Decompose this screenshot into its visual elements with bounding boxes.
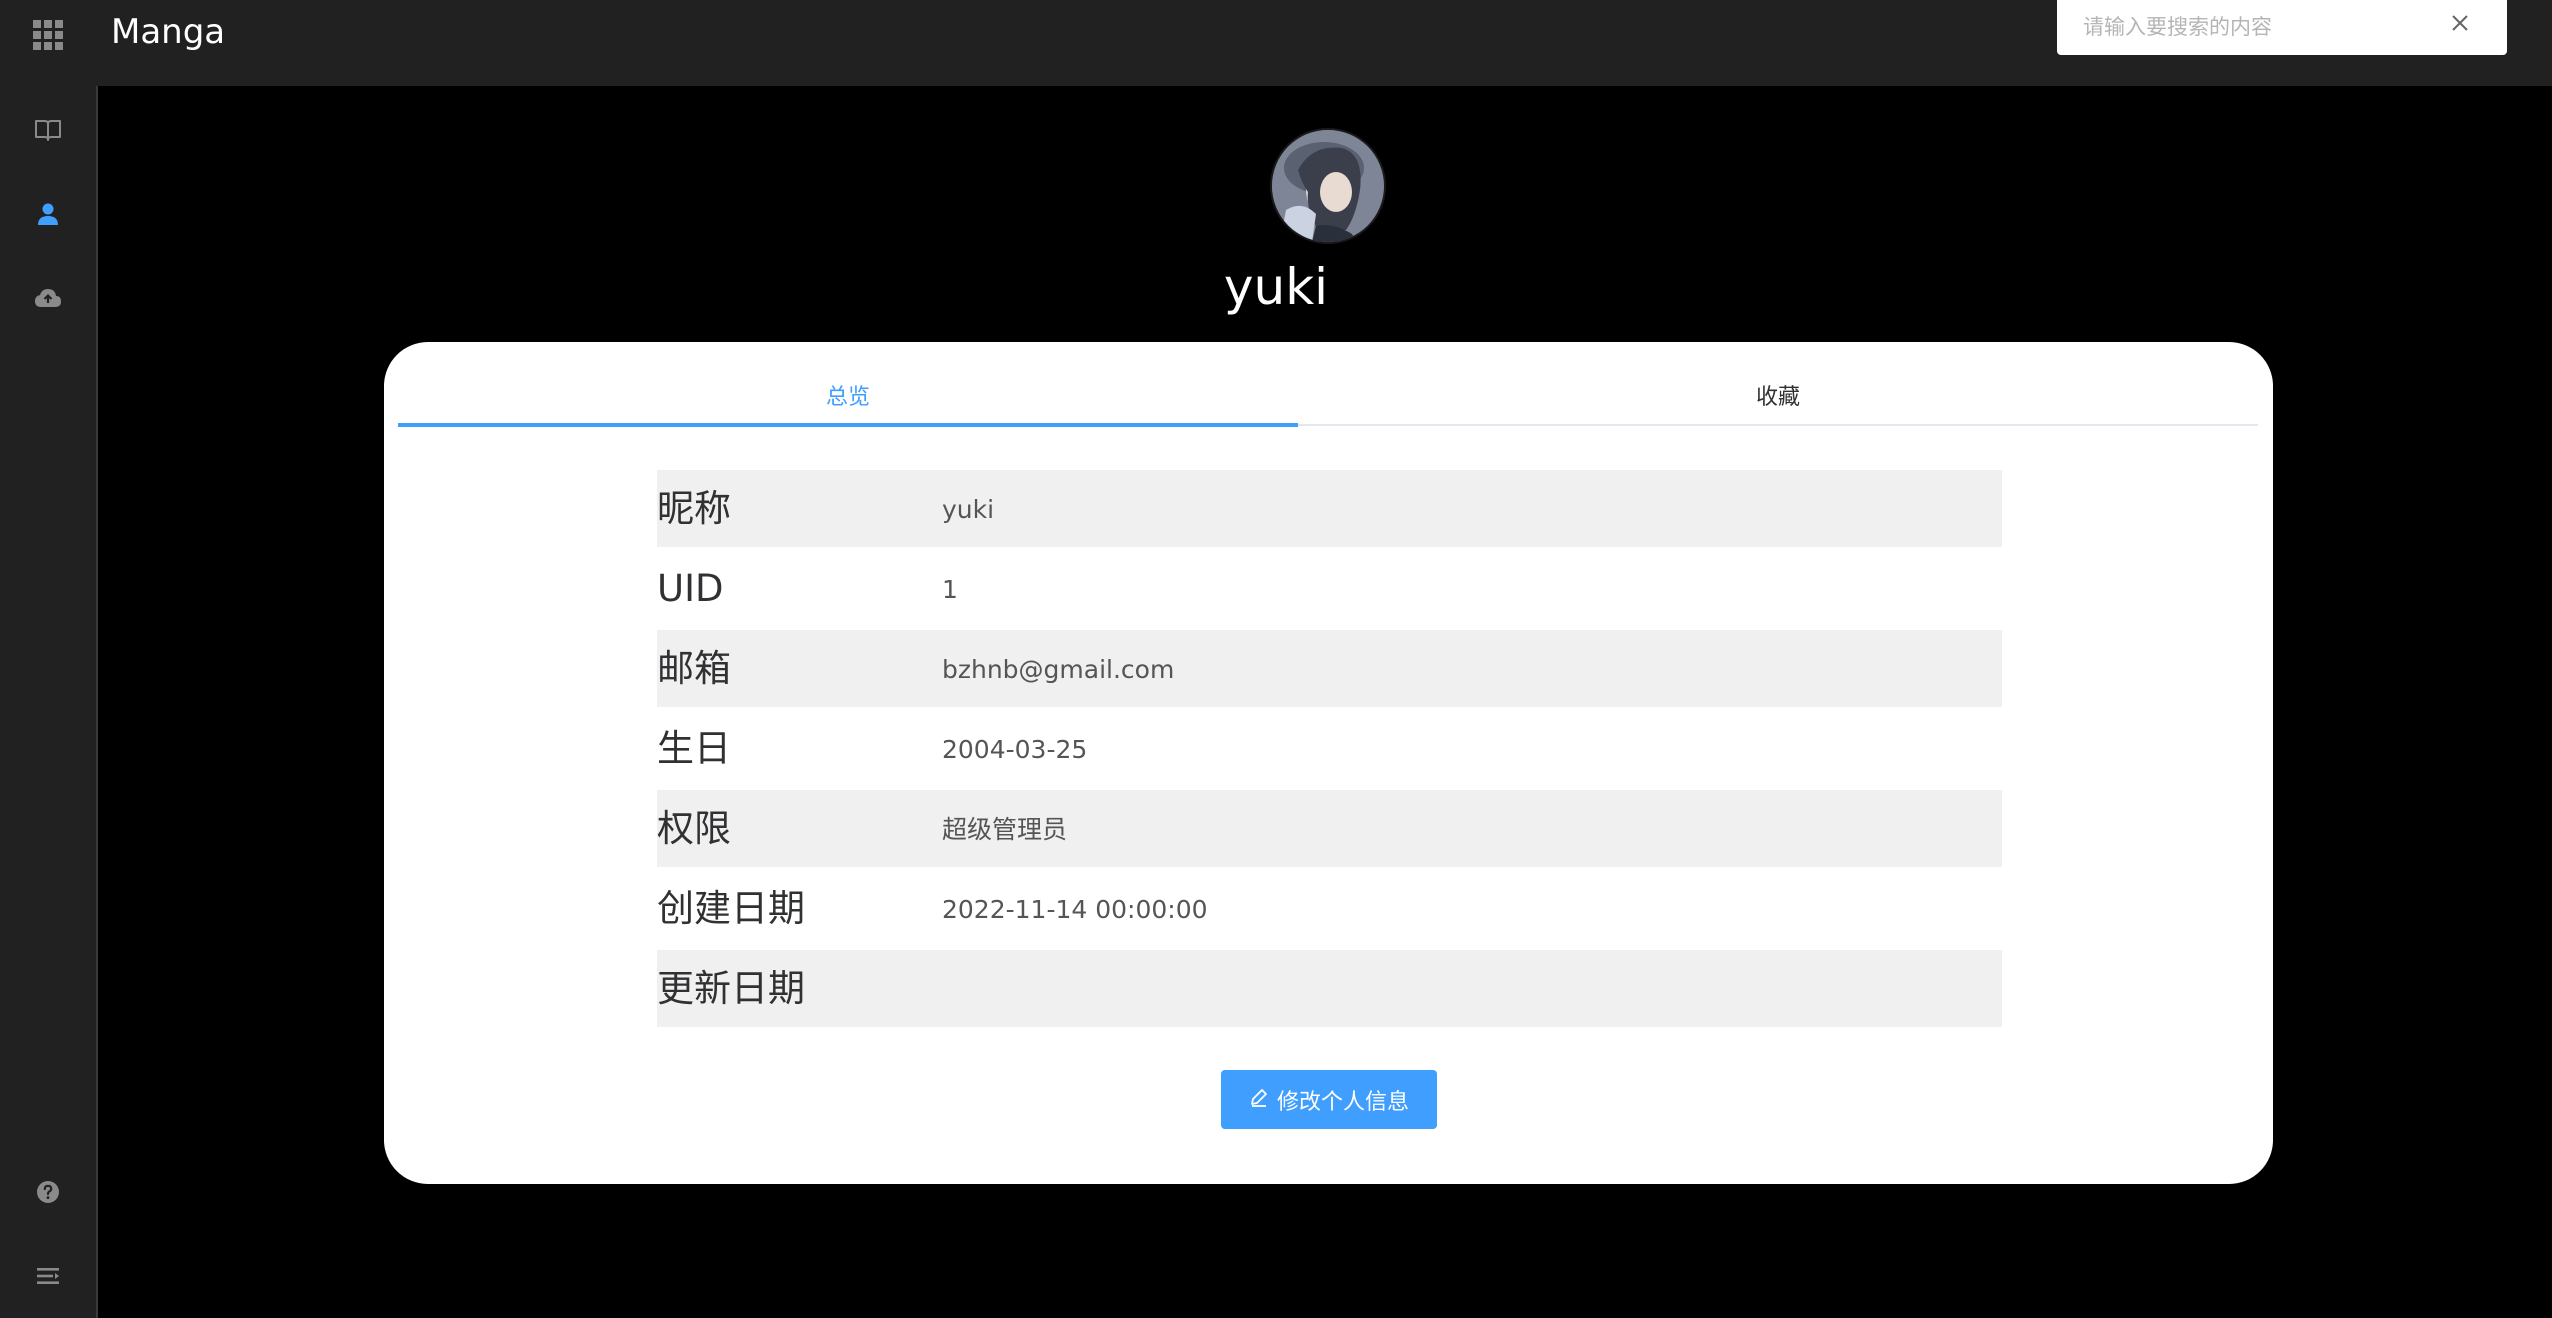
info-label: 生日 [657,727,731,770]
edit-profile-button[interactable]: 修改个人信息 [1221,1070,1437,1129]
tab-overview[interactable]: 总览 [398,370,1298,426]
info-label: 权限 [657,807,731,850]
edit-profile-label: 修改个人信息 [1276,1089,1409,1115]
info-value: yuki [942,495,995,524]
tab-active-indicator [398,423,1298,427]
help-icon [36,1180,60,1208]
info-row-permission: 权限 超级管理员 [657,790,2002,867]
close-icon[interactable] [2449,12,2471,34]
info-row-nickname: 昵称 yuki [657,470,2002,547]
info-label: 昵称 [657,487,731,530]
info-label: UID [657,567,724,610]
info-value: 2022-11-14 00:00:00 [942,895,1208,924]
info-label: 创建日期 [657,887,805,930]
info-value: 2004-03-25 [942,735,1088,764]
info-row-email: 邮箱 bzhnb@gmail.com [657,630,2002,707]
info-row-uid: UID 1 [657,550,2002,627]
book-icon [35,119,61,145]
info-table: 昵称 yuki UID 1 邮箱 bzhnb@gmail.com 生日 2004… [657,470,2002,1030]
menu-icon [36,1266,60,1290]
username: yuki [1223,258,1329,316]
info-row-birthday: 生日 2004-03-25 [657,710,2002,787]
info-value: 超级管理员 [942,815,1068,844]
sidebar-item-library[interactable] [30,114,66,150]
search-input[interactable] [2081,8,2445,46]
edit-icon [1249,1087,1269,1113]
sidebar-item-collapse[interactable] [30,1260,66,1296]
app-title: Manga [111,12,226,52]
sidebar-item-profile[interactable] [30,198,66,234]
info-row-created: 创建日期 2022-11-14 00:00:00 [657,870,2002,947]
search-box [2057,0,2507,55]
apps-grid-icon[interactable] [33,20,63,50]
info-label: 更新日期 [657,967,805,1010]
info-value: 1 [942,575,958,604]
tab-favorites[interactable]: 收藏 [1298,370,2258,426]
user-icon [36,202,60,230]
info-value: bzhnb@gmail.com [942,655,1175,684]
info-label: 邮箱 [657,647,731,690]
profile-card: 总览 收藏 昵称 yuki UID 1 邮箱 bzhnb@gmail.com 生… [384,342,2273,1184]
info-row-updated: 更新日期 [657,950,2002,1027]
avatar [1272,130,1384,242]
sidebar-item-help[interactable] [30,1176,66,1212]
